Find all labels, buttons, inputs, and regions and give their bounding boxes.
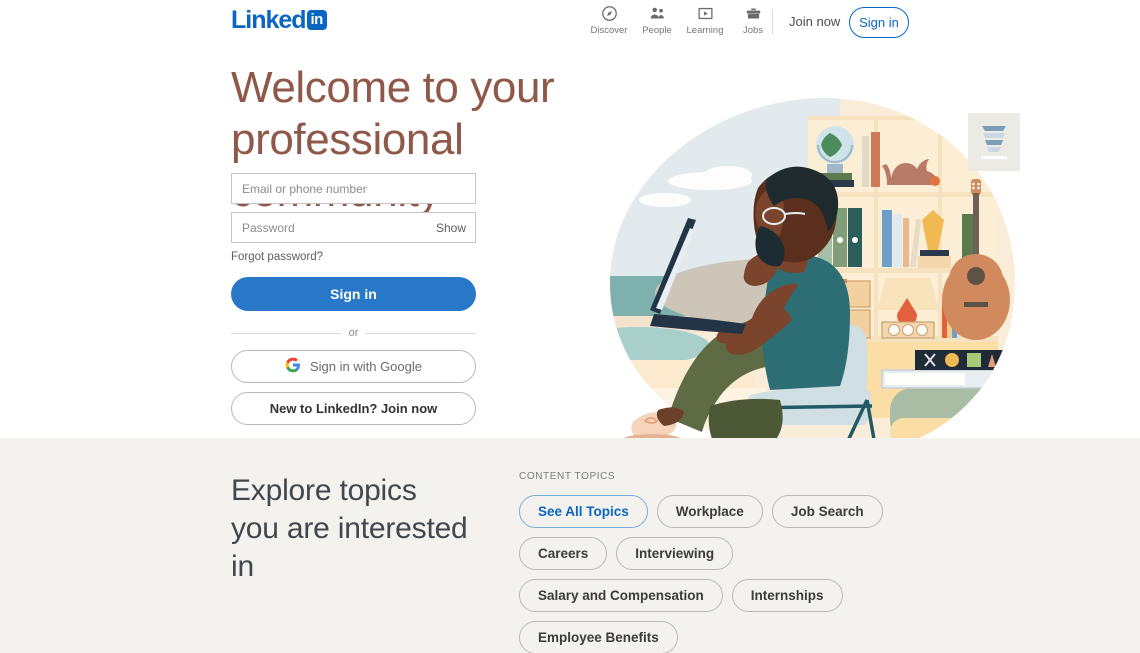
logo-wordmark: Linked [231, 6, 307, 34]
topic-pill-salary-and-compensation[interactable]: Salary and Compensation [519, 579, 723, 612]
topic-pill-careers[interactable]: Careers [519, 537, 608, 570]
topic-pill-list: See All Topics Workplace Job Search Care… [519, 495, 919, 653]
topic-pill-job-search[interactable]: Job Search [771, 495, 883, 528]
hero-section: Welcome to your professional community S… [0, 44, 1140, 480]
join-now-link[interactable]: Join now [789, 13, 840, 31]
google-g-icon [285, 357, 301, 376]
sign-in-submit-button[interactable]: Sign in [231, 277, 476, 311]
content-topics-section: Explore topics you are interested in CON… [0, 438, 1140, 653]
topic-pill-workplace[interactable]: Workplace [656, 495, 763, 528]
or-line-right [366, 332, 476, 334]
nav-item-discover[interactable]: Discover [585, 4, 633, 36]
join-now-button[interactable]: New to LinkedIn? Join now [231, 392, 476, 425]
linkedin-login-page: Linked in Discover People Learning Jobs … [0, 0, 1140, 653]
primary-nav: Discover People Learning Jobs [585, 4, 777, 36]
or-divider: or [231, 327, 476, 339]
email-field-wrapper [231, 173, 476, 204]
people-icon [649, 4, 666, 23]
google-sign-in-button[interactable]: Sign in with Google [231, 350, 476, 383]
linkedin-logo[interactable]: Linked in [231, 6, 327, 34]
header-divider [772, 9, 773, 34]
topic-pill-see-all-topics[interactable]: See All Topics [519, 495, 648, 528]
topics-heading: Explore topics you are interested in [231, 474, 468, 583]
learning-icon [697, 4, 714, 23]
email-input[interactable] [232, 174, 475, 203]
nav-label-learning: Learning [686, 25, 724, 36]
nav-label-discover: Discover [590, 25, 628, 36]
topic-pill-internships[interactable]: Internships [731, 579, 843, 612]
forgot-password-link[interactable]: Forgot password? [231, 251, 476, 263]
topic-pill-employee-benefits[interactable]: Employee Benefits [519, 621, 678, 653]
sign-in-form: Show Forgot password? Sign in or [231, 173, 476, 425]
nav-item-learning[interactable]: Learning [681, 4, 729, 36]
show-password-button[interactable]: Show [436, 213, 466, 244]
site-header: Linked in Discover People Learning Jobs … [0, 0, 1140, 44]
compass-icon [601, 4, 618, 23]
topics-panel: CONTENT TOPICS See All Topics Workplace … [519, 471, 939, 653]
nav-item-people[interactable]: People [633, 4, 681, 36]
logo-in-text: in [310, 11, 324, 28]
header-sign-in-button[interactable]: Sign in [849, 7, 909, 38]
or-label: or [348, 327, 359, 339]
content-topics-label: CONTENT TOPICS [519, 471, 616, 482]
password-field-wrapper: Show [231, 212, 476, 243]
nav-label-people: People [642, 25, 672, 36]
person-working-from-home-illustration [590, 88, 1040, 482]
or-line-left [231, 332, 341, 334]
briefcase-icon [745, 4, 762, 23]
google-button-label: Sign in with Google [309, 359, 422, 374]
logo-in-badge: in [306, 10, 327, 30]
topic-pill-interviewing[interactable]: Interviewing [616, 537, 734, 570]
nav-item-jobs[interactable]: Jobs [729, 4, 777, 36]
nav-label-jobs: Jobs [742, 25, 764, 36]
